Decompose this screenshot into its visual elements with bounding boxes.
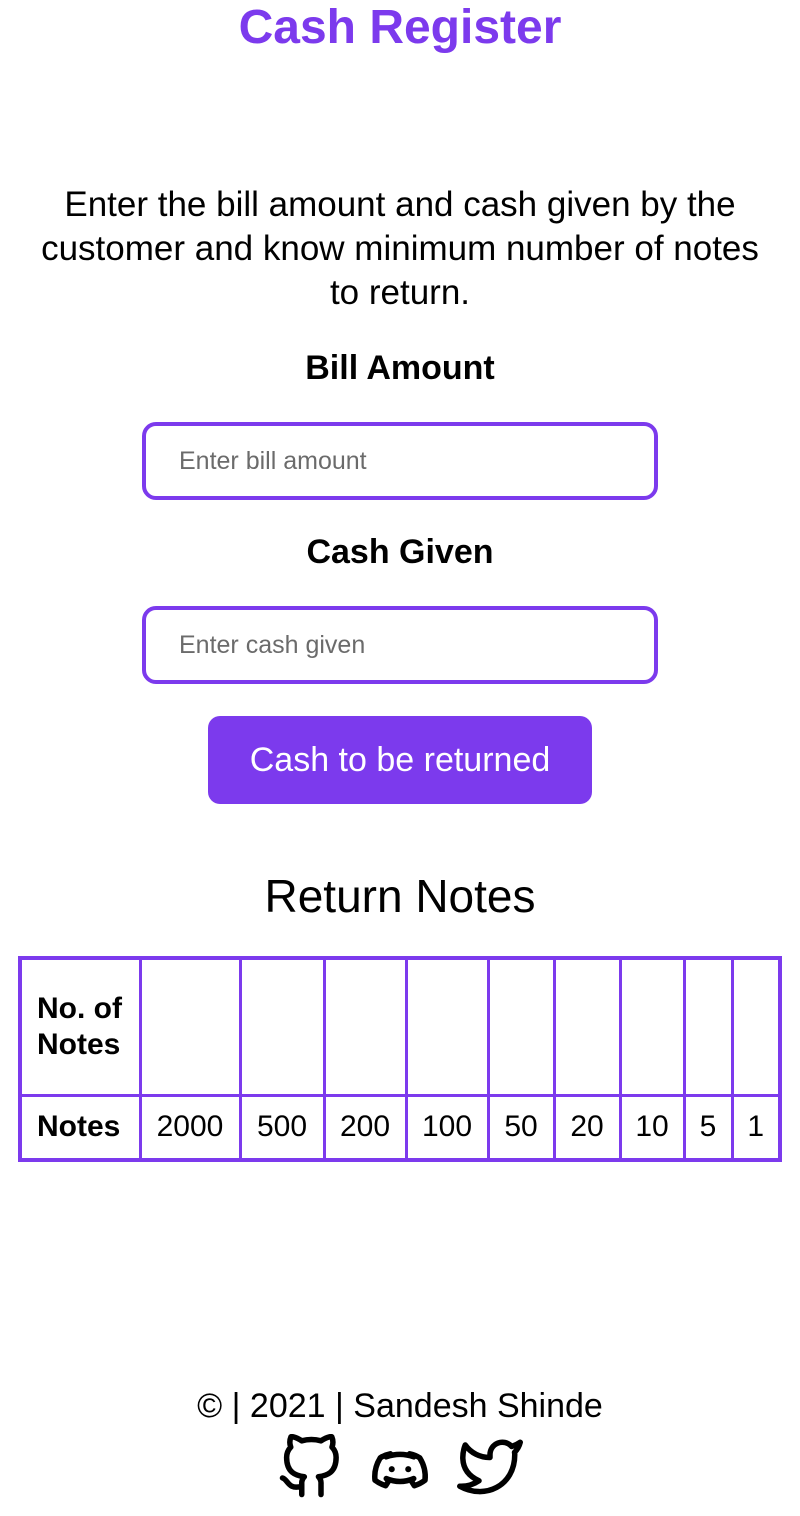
app-description: Enter the bill amount and cash given by … [41,185,759,312]
cash-given-input[interactable] [142,606,658,684]
page: Cash Register Enter the bill amount and … [0,0,800,1516]
bill-amount-label: Bill Amount [305,349,495,387]
notes-header: Notes [18,1093,142,1162]
note-count-cell [404,956,490,1097]
twitter-icon [457,1439,523,1495]
note-denomination-cell: 50 [486,1093,556,1162]
note-denomination-cell: 5 [682,1093,734,1162]
note-count-header: No. of Notes [18,956,142,1097]
note-denomination-cell: 10 [618,1093,686,1162]
github-icon [279,1433,339,1498]
return-notes-heading: Return Notes [264,870,536,922]
bill-amount-input[interactable] [142,422,658,500]
discord-link[interactable] [367,1434,433,1500]
github-link[interactable] [277,1433,343,1500]
note-count-row: No. of Notes [18,956,782,1097]
note-denomination-cell: 2000 [138,1093,242,1162]
note-count-cell [618,956,686,1097]
note-denomination-row: Notes 2000 500 200 100 50 20 10 5 1 [18,1093,782,1162]
page-title: Cash Register [238,1,562,54]
note-count-cell [552,956,622,1097]
note-denomination-cell: 100 [404,1093,490,1162]
social-links [0,1433,800,1500]
note-count-cell [138,956,242,1097]
twitter-link[interactable] [457,1434,523,1500]
cash-to-be-returned-button[interactable]: Cash to be returned [208,716,592,804]
note-denomination-cell: 500 [238,1093,326,1162]
note-count-cell [238,956,326,1097]
return-notes-table: No. of Notes Notes 2000 500 200 100 50 2… [18,956,782,1162]
cash-given-label: Cash Given [306,533,494,571]
discord-icon [372,1451,428,1489]
note-denomination-cell: 20 [552,1093,622,1162]
note-count-cell [486,956,556,1097]
note-count-cell [730,956,782,1097]
footer-copyright: © | 2021 | Sandesh Shinde [197,1387,603,1425]
note-denomination-cell: 1 [730,1093,782,1162]
note-count-cell [682,956,734,1097]
note-count-cell [322,956,408,1097]
note-denomination-cell: 200 [322,1093,408,1162]
